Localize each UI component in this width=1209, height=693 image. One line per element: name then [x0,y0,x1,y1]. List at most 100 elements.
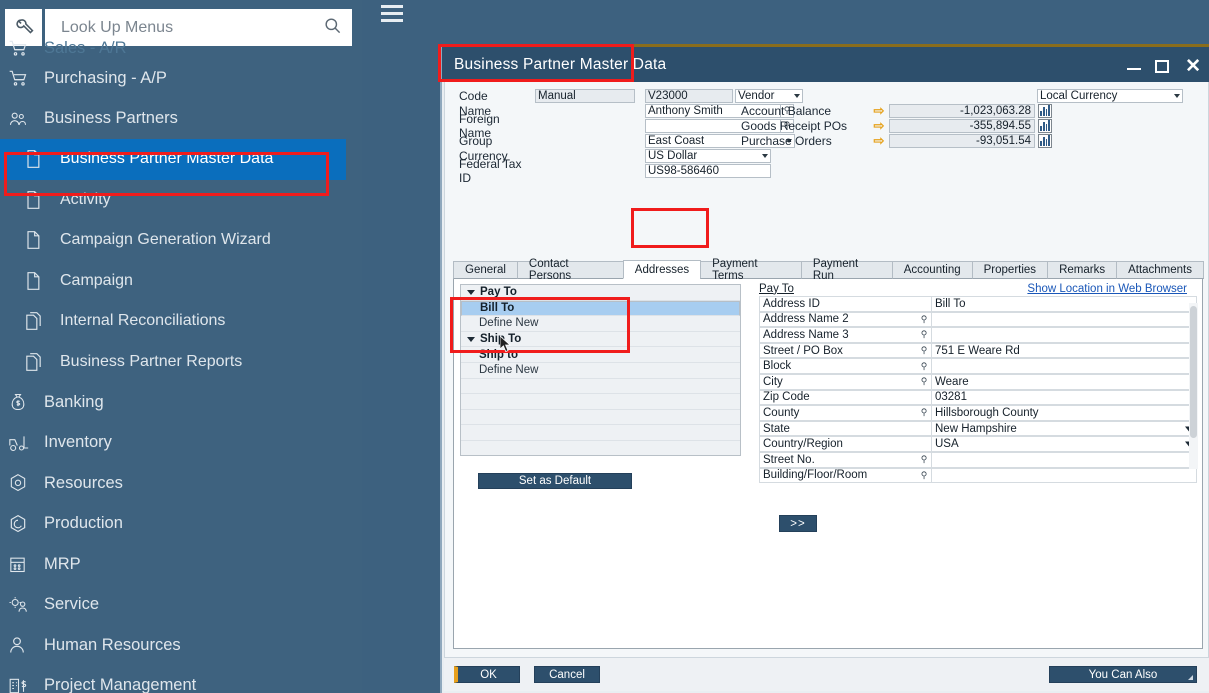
sidebar-item-campaign-generation-wizard[interactable]: Campaign Generation Wizard [0,220,362,261]
link-arrow-icon[interactable]: ⚲ [917,467,931,484]
link-arrow-icon[interactable]: ⚲ [917,327,931,343]
sidebar-item-banking[interactable]: Banking [0,382,362,423]
bar-chart-icon[interactable] [1038,118,1052,133]
address-list-row[interactable]: Bill To [461,300,740,317]
close-icon[interactable]: ✕ [1185,57,1201,76]
field-spacer [917,296,931,312]
minimize-icon[interactable] [1127,59,1142,73]
address-list-row[interactable]: Define New [461,316,740,332]
search-icon[interactable] [323,16,342,40]
federal-tax-field[interactable]: US98-586460 [645,163,771,178]
tab-payment-run[interactable]: Payment Run [800,258,893,282]
address-field-input[interactable]: 751 E Weare Rd [931,342,1197,359]
sidebar-item-human-resources[interactable]: Human Resources [0,625,362,666]
window-title: Business Partner Master Data [454,55,667,73]
gold-arrow-right-icon[interactable]: ⇨ [869,104,889,117]
cancel-button[interactable]: Cancel [534,666,600,683]
sidebar-item-activity[interactable]: Activity [0,180,362,221]
balance-value: -1,023,063.28 [889,103,1035,118]
link-arrow-icon[interactable]: ⚲ [917,311,931,328]
code-mode-field[interactable]: Manual [535,88,635,103]
sidebar-item-label: Business Partners [44,109,178,128]
address-field-label: Street No. [759,451,917,468]
sidebar-item-purchasing-a-p[interactable]: Purchasing - A/P [0,58,362,99]
sidebar-item-project-management[interactable]: Project Management [0,666,362,693]
sidebar-item-mrp[interactable]: MRP [0,544,362,585]
sidebar-item-sales-a-r[interactable]: Sales - A/R [0,40,362,58]
address-field-label: Building/Floor/Room [759,467,917,484]
field-spacer [917,389,931,406]
link-arrow-icon[interactable]: ⚲ [917,373,931,390]
address-list-row-label: Define New [479,317,539,330]
sidebar-item-resources[interactable]: Resources [0,463,362,504]
tab-addresses[interactable]: Addresses [622,260,702,279]
address-field-row: Address Name 2 ⚲ [759,311,1197,328]
tab-contact-persons[interactable]: Contact Persons [516,258,624,282]
link-arrow-icon[interactable]: ⚲ [917,342,931,359]
bar-chart-icon[interactable] [1038,133,1052,148]
show-location-link[interactable]: Show Location in Web Browser [1027,283,1197,295]
sidebar-item-business-partner-reports[interactable]: Business Partner Reports [0,342,362,383]
address-field-input[interactable] [931,311,1197,328]
address-field-row: Address Name 3 ⚲ [759,327,1197,343]
address-field-input[interactable]: New Hampshire [931,420,1197,437]
balance-row: Purchase Orders ⇨ -93,051.54 [741,133,1201,148]
link-arrow-icon[interactable]: ⚲ [917,358,931,374]
address-list-row[interactable]: Define New [461,363,740,379]
code-value-field[interactable]: V23000 [645,88,733,103]
screen: Sales - A/R Purchasing - A/P Business Part… [0,0,1209,693]
address-field-row: State New Hampshire [759,420,1197,437]
address-field-input[interactable]: USA [931,436,1197,452]
maximize-icon[interactable] [1155,59,1170,73]
expand-collapse-triangle-icon[interactable] [467,336,475,342]
expand-collapse-triangle-icon[interactable] [467,289,475,295]
gold-arrow-right-icon[interactable]: ⇨ [869,134,889,147]
address-detail-scrollbar[interactable] [1189,303,1198,469]
sidebar-item-business-partners[interactable]: Business Partners [0,99,362,140]
you-can-also-label: You Can Also [1088,668,1158,681]
tab-accounting[interactable]: Accounting [891,261,973,279]
address-list-row[interactable]: Ship To [461,332,740,348]
sidebar-item-production[interactable]: Production [0,504,362,545]
address-list[interactable]: Pay To Bill To Define New Ship To Ship to Def… [460,284,741,456]
hamburger-menu-icon[interactable] [381,5,403,22]
link-arrow-icon[interactable]: ⚲ [917,405,931,421]
address-field-input[interactable] [931,451,1197,468]
next-button[interactable]: >> [779,515,817,532]
address-field-input[interactable] [931,358,1197,374]
address-list-row[interactable]: Ship to [461,347,740,363]
tab-payment-terms[interactable]: Payment Terms [700,258,802,282]
window-titlebar[interactable]: Business Partner Master Data ✕ [442,44,1209,82]
address-list-row-label: Define New [479,364,539,377]
tab-properties[interactable]: Properties [971,261,1049,279]
sidebar-item-campaign[interactable]: Campaign [0,261,362,302]
search-input[interactable] [59,17,323,38]
sidebar-item-service[interactable]: Service [0,585,362,626]
currency-row: Currency US Dollar [459,148,1199,163]
tab-general[interactable]: General [453,261,518,279]
bar-chart-icon[interactable] [1038,103,1052,118]
address-field-input[interactable] [931,467,1197,484]
link-arrow-icon[interactable]: ⚲ [917,451,931,468]
address-list-row[interactable]: Pay To [461,285,740,301]
address-field-input[interactable]: 03281 [931,389,1197,406]
sidebar-item-internal-reconciliations[interactable]: Internal Reconciliations [0,301,362,342]
sidebar-item-business-partner-master-data[interactable]: Business Partner Master Data [0,139,346,180]
address-field-input[interactable]: Hillsborough County [931,405,1197,421]
tab-attachments[interactable]: Attachments [1116,261,1204,279]
you-can-also-button[interactable]: You Can Also [1049,666,1197,683]
ok-button[interactable]: OK [454,666,520,683]
gold-arrow-right-icon[interactable]: ⇨ [869,119,889,132]
tab-remarks[interactable]: Remarks [1047,261,1118,279]
address-field-input[interactable]: Bill To [931,296,1197,312]
sidebar: Sales - A/R Purchasing - A/P Business Part… [0,0,362,693]
local-currency-select[interactable]: Local Currency [1037,88,1183,103]
balance-label: Purchase Orders [741,133,832,148]
form-body: Code Manual V23000 Vendor Name Anthony S… [444,82,1209,658]
address-field-input[interactable] [931,327,1197,343]
sidebar-nav: Sales - A/R Purchasing - A/P Business Part… [0,40,362,693]
address-field-input[interactable]: Weare [931,373,1197,390]
currency-select[interactable]: US Dollar [645,148,771,163]
set-as-default-button[interactable]: Set as Default [478,473,632,489]
sidebar-item-inventory[interactable]: Inventory [0,423,362,464]
